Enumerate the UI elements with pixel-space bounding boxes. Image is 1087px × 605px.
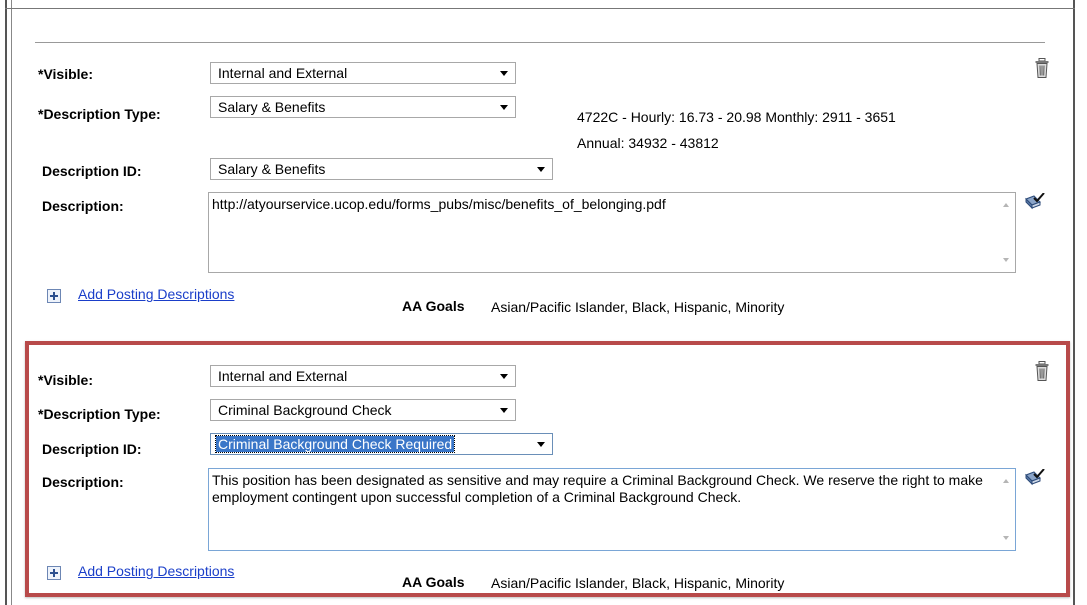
description-type-select[interactable]: Criminal Background Check [210,399,516,421]
description-id-select-value: Salary & Benefits [218,161,326,177]
visible-label: *Visible: [38,372,93,388]
aa-goals-label: AA Goals [402,298,465,314]
description-type-select[interactable]: Salary & Benefits [210,96,516,118]
scroll-down-icon[interactable] [1003,536,1009,540]
spellcheck-icon[interactable] [1025,192,1045,211]
description-type-select-value: Criminal Background Check [218,402,392,418]
trash-icon[interactable] [1035,361,1049,381]
trash-icon[interactable] [1035,58,1049,78]
aa-goals-value: Asian/Pacific Islander, Black, Hispanic,… [491,299,785,315]
salary-range-line2: Annual: 34932 - 43812 [577,135,719,151]
salary-range-line1: 4722C - Hourly: 16.73 - 20.98 Monthly: 2… [577,109,896,125]
top-border [5,0,1075,9]
aa-goals-value: Asian/Pacific Islander, Black, Hispanic,… [491,575,785,591]
add-posting-descriptions-link[interactable]: Add Posting Descriptions [78,563,234,579]
left-inner-border [11,0,12,605]
add-posting-descriptions-link[interactable]: Add Posting Descriptions [78,286,234,302]
description-type-label: *Description Type: [38,106,161,122]
description-id-select[interactable]: Salary & Benefits [210,158,553,180]
visible-label: *Visible: [38,66,93,82]
chevron-down-icon [500,408,508,413]
add-icon[interactable] [47,566,61,580]
chevron-down-icon [537,442,545,447]
description-label: Description: [42,474,124,490]
description-id-label: Description ID: [42,163,142,179]
scroll-down-icon[interactable] [1003,258,1009,262]
scroll-up-icon[interactable] [1003,479,1009,483]
visible-select-value: Internal and External [218,65,348,81]
chevron-down-icon [500,374,508,379]
left-border [5,0,7,605]
chevron-down-icon [500,71,508,76]
aa-goals-label: AA Goals [402,574,465,590]
section-divider [35,42,1045,43]
spellcheck-icon[interactable] [1025,468,1045,487]
description-text: This position has been designated as sen… [212,472,983,505]
scroll-up-icon[interactable] [1003,203,1009,207]
description-textarea[interactable]: This position has been designated as sen… [208,468,1016,551]
chevron-down-icon [500,105,508,110]
description-text: http://atyourservice.ucop.edu/forms_pubs… [212,196,666,212]
posting-descriptions-frame: *Visible: Internal and External *Descrip… [0,0,1087,605]
description-id-select[interactable]: Criminal Background Check Required [210,433,553,455]
description-textarea[interactable]: http://atyourservice.ucop.edu/forms_pubs… [208,192,1016,273]
chevron-down-icon [537,167,545,172]
description-label: Description: [42,198,124,214]
add-icon[interactable] [47,289,61,303]
description-type-select-value: Salary & Benefits [218,99,326,115]
visible-select[interactable]: Internal and External [210,365,516,387]
visible-select-value: Internal and External [218,368,348,384]
right-border [1073,0,1075,605]
description-id-select-value: Criminal Background Check Required [214,435,456,453]
description-id-label: Description ID: [42,441,142,457]
description-type-label: *Description Type: [38,406,161,422]
visible-select[interactable]: Internal and External [210,62,516,84]
